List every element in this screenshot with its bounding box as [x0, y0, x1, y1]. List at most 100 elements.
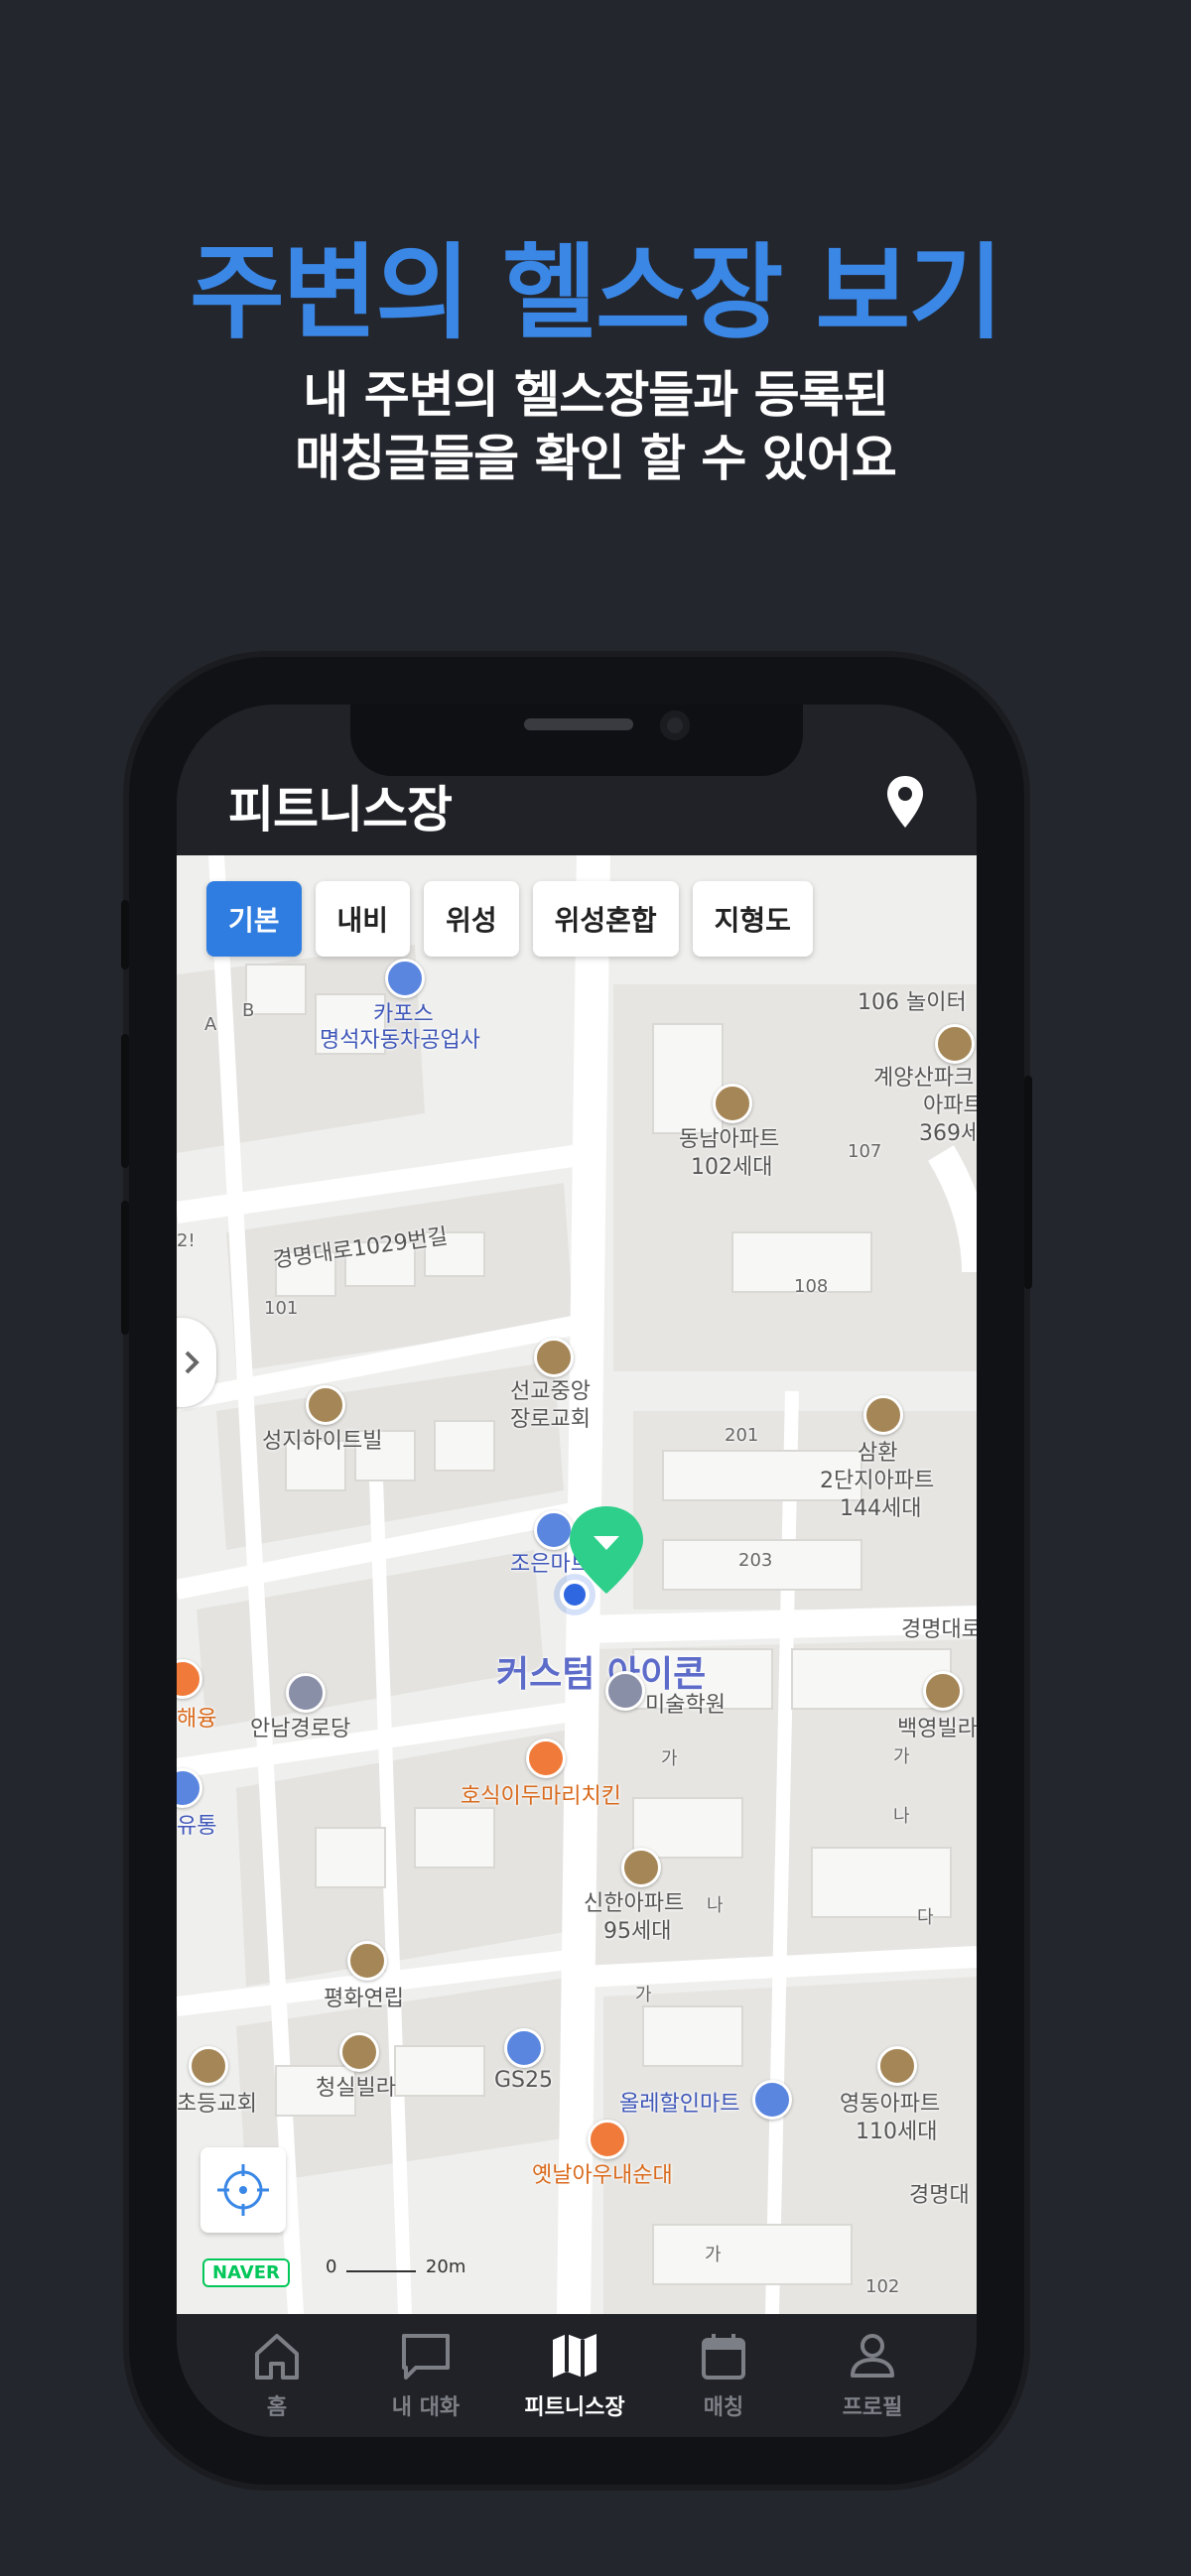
tab-home[interactable]: 홈 — [202, 2328, 351, 2421]
map-type-hybrid[interactable]: 위성혼합 — [532, 881, 679, 957]
map-label: 가 — [661, 1748, 678, 1769]
promo-headline: 주변의 헬스장 보기 — [190, 232, 1003, 353]
poi-apartment-icon[interactable] — [713, 1084, 752, 1123]
map-label: 해융 — [177, 1707, 217, 1732]
phone-power-button — [1024, 1076, 1032, 1289]
calendar-icon — [702, 2334, 745, 2380]
map-label: 102세대 — [691, 1155, 773, 1180]
map-label: 유통 — [177, 1814, 217, 1839]
map-label: 미술학원 — [645, 1693, 726, 1718]
poi-apartment-icon[interactable] — [306, 1385, 345, 1425]
poi-church-icon[interactable] — [189, 2046, 228, 2086]
map-label: 나 — [893, 1806, 910, 1827]
tab-label: 매칭 — [703, 2395, 744, 2420]
poi-convenience-icon[interactable] — [504, 2028, 544, 2068]
poi-apartment-icon[interactable] — [923, 1671, 963, 1711]
map-label: 106 놀이터 — [858, 990, 967, 1015]
map-label: GS25 — [494, 2068, 554, 2093]
poi-church-icon[interactable] — [534, 1338, 574, 1377]
home-icon — [255, 2334, 299, 2380]
map-type-satellite[interactable]: 위성 — [424, 881, 519, 957]
poi-apartment-icon[interactable] — [935, 1024, 975, 1064]
map-label: 369세 — [919, 1121, 977, 1146]
phone-screen: 피트니스장 기본 내비 위성 위성혼합 지형도 카포스 명석자동차공업사 A B… — [177, 705, 977, 2437]
naver-logo: NAVER — [202, 2258, 290, 2287]
tab-label: 내 대화 — [391, 2395, 461, 2420]
map-label: 2! — [177, 1230, 196, 1251]
location-pin-icon[interactable] — [883, 774, 927, 830]
map-label: 초등교회 — [177, 2092, 257, 2117]
phone-volume-up — [121, 1034, 129, 1168]
map-type-basic[interactable]: 기본 — [206, 881, 302, 957]
map-label: 가 — [893, 1746, 910, 1767]
map-label: 나 — [707, 1895, 724, 1916]
map-label: 101 — [264, 1298, 299, 1319]
map-label: 청실빌라 — [316, 2076, 396, 2101]
poi-apartment-icon[interactable] — [347, 1941, 387, 1981]
map-label: 102 — [865, 2276, 900, 2297]
current-location-button[interactable] — [200, 2147, 286, 2233]
crosshair-icon — [217, 2164, 269, 2216]
side-panel-toggle[interactable] — [177, 1318, 216, 1407]
poi-repair-icon[interactable] — [385, 959, 425, 998]
map-type-terrain[interactable]: 지형도 — [692, 881, 813, 957]
scale-distance: 20m — [425, 2256, 466, 2277]
phone-notch — [350, 705, 803, 776]
map-label: 옛날아우내순대 — [532, 2163, 673, 2188]
map-label: 108 — [794, 1276, 829, 1297]
profile-icon — [851, 2334, 894, 2378]
map-label: 올레할인마트 — [619, 2092, 740, 2117]
poi-apartment-icon[interactable] — [621, 1848, 661, 1887]
scale-zero: 0 — [326, 2256, 337, 2277]
map-label: 장로교회 — [510, 1407, 591, 1432]
poi-academy-icon[interactable] — [605, 1671, 645, 1711]
map-label: 144세대 — [840, 1496, 922, 1521]
tab-chat[interactable]: 내 대화 — [351, 2328, 500, 2421]
map-label: 평화연립 — [324, 1987, 404, 2011]
map-label: 가 — [635, 1985, 652, 2005]
current-location-icon — [554, 1574, 596, 1615]
map-label: A — [204, 1014, 217, 1035]
front-camera — [660, 710, 690, 740]
bottom-tab-bar: 홈 내 대화 피트니스장 매칭 프로필 — [177, 2314, 977, 2437]
page-title: 피트니스장 — [228, 781, 453, 838]
map-scale: 0 20m — [326, 2256, 465, 2277]
phone-volume-down — [121, 1201, 129, 1335]
map-label: 명석자동차공업사 — [320, 1028, 480, 1053]
map-view[interactable]: 기본 내비 위성 위성혼합 지형도 카포스 명석자동차공업사 A B 2! 10… — [177, 855, 977, 2314]
tab-matching[interactable]: 매칭 — [649, 2328, 798, 2421]
poi-seniorcenter-icon[interactable] — [286, 1673, 326, 1713]
map-type-navi[interactable]: 내비 — [315, 881, 411, 957]
promo-subtitle-line1: 내 주변의 헬스장들과 등록된 — [303, 366, 888, 424]
map-type-selector: 기본 내비 위성 위성혼합 지형도 — [206, 881, 813, 957]
map-label: 경명대 — [909, 2183, 970, 2208]
poi-food-icon[interactable] — [588, 2120, 627, 2159]
tab-fitness[interactable]: 피트니스장 — [500, 2328, 649, 2421]
poi-mart-icon[interactable] — [752, 2080, 792, 2120]
poi-apartment-icon[interactable] — [863, 1395, 903, 1435]
chat-icon — [402, 2334, 450, 2380]
poi-apartment-icon[interactable] — [877, 2046, 917, 2086]
map-label: 다 — [917, 1907, 934, 1928]
poi-apartment-icon[interactable] — [339, 2032, 379, 2072]
poi-food-icon[interactable] — [526, 1739, 566, 1778]
map-label: 95세대 — [603, 1919, 672, 1944]
promo-subtitle-line2: 매칭글들을 확인 할 수 있어요 — [295, 430, 897, 487]
map-label: 안남경로당 — [250, 1717, 351, 1741]
tab-label: 피트니스장 — [524, 2395, 625, 2420]
map-label: B — [242, 1000, 255, 1021]
map-label: 경명대로 — [901, 1617, 977, 1642]
map-label: 110세대 — [856, 2120, 938, 2144]
scale-bar — [346, 2270, 417, 2272]
map-label: 호식이두마리치킨 — [461, 1784, 621, 1809]
map-label: 201 — [725, 1425, 759, 1446]
chevron-right-icon — [185, 1351, 199, 1374]
map-label: 107 — [848, 1141, 882, 1162]
map-label: 가 — [705, 2245, 722, 2265]
tab-profile[interactable]: 프로필 — [798, 2328, 947, 2421]
map-label: 성지하이트빌 — [262, 1429, 383, 1454]
speaker-grill — [524, 718, 633, 730]
tab-label: 홈 — [266, 2395, 288, 2420]
phone-frame: 피트니스장 기본 내비 위성 위성혼합 지형도 카포스 명석자동차공업사 A B… — [121, 657, 1032, 2485]
map-label: 203 — [738, 1550, 773, 1571]
